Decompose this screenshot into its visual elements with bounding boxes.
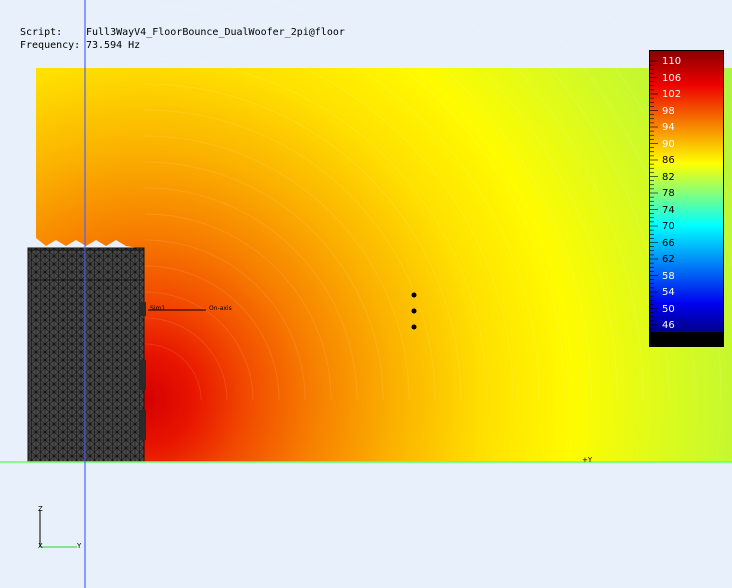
legend-tick-label: 74 (662, 204, 675, 216)
legend-tick-label: 46 (662, 320, 675, 331)
legend-tick-label: 110 (662, 56, 682, 67)
legend-tick-label: 58 (662, 270, 675, 282)
legend-tick-label: 86 (662, 155, 675, 166)
tweeter-driver (140, 302, 146, 316)
triad-y-label: Y (77, 542, 82, 550)
legend-tick-label: 102 (662, 89, 682, 100)
listening-point[interactable] (411, 308, 417, 314)
woofer-driver-1 (140, 360, 146, 390)
legend-tick-label: 106 (662, 72, 682, 84)
legend-tick-label: 78 (662, 188, 675, 199)
legend-tick-label: 50 (662, 303, 675, 315)
legend-gradient (650, 51, 723, 332)
legend-tick-label: 70 (662, 221, 675, 232)
legend-tick-label: 82 (662, 171, 675, 183)
legend-colorbar (650, 51, 723, 338)
mic-label: Sim1 (150, 305, 166, 312)
spl-color-legend: 110 106 102 98 94 90 86 82 78 74 70 66 62 58 54 50 46 (649, 50, 724, 347)
legend-tick-label: 94 (662, 122, 675, 133)
listening-point[interactable] (411, 324, 417, 330)
legend-tick-label: 62 (662, 254, 675, 265)
legend-tick-label: 66 (662, 237, 675, 249)
legend-tick-label: 54 (662, 287, 675, 298)
woofer-driver-2 (140, 410, 146, 440)
listening-point[interactable] (411, 292, 417, 298)
triad-x-label: X (38, 542, 43, 550)
simulation-viewport[interactable] (0, 0, 732, 588)
on-axis-label: On-axis (209, 305, 232, 312)
legend-tick-label: 90 (662, 138, 675, 150)
legend-tick-label: 98 (662, 105, 675, 117)
y-axis-marker: +Y (582, 456, 593, 464)
triad-z-label: Z (38, 505, 43, 513)
